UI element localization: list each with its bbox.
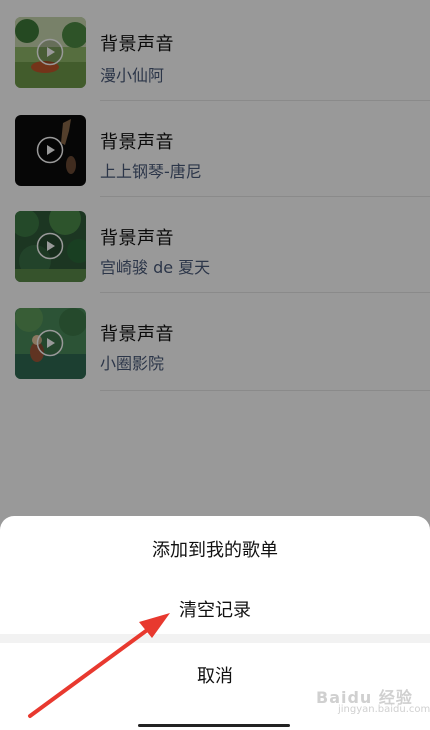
home-indicator <box>138 724 290 727</box>
clear-history-button[interactable]: 清空记录 <box>0 596 430 622</box>
watermark-url: jingyan.baidu.com <box>338 704 430 715</box>
baidu-watermark: Baidu 经验 jingyan.baidu.com <box>312 680 430 720</box>
sheet-separator <box>0 634 430 643</box>
add-to-playlist-button[interactable]: 添加到我的歌单 <box>0 536 430 562</box>
